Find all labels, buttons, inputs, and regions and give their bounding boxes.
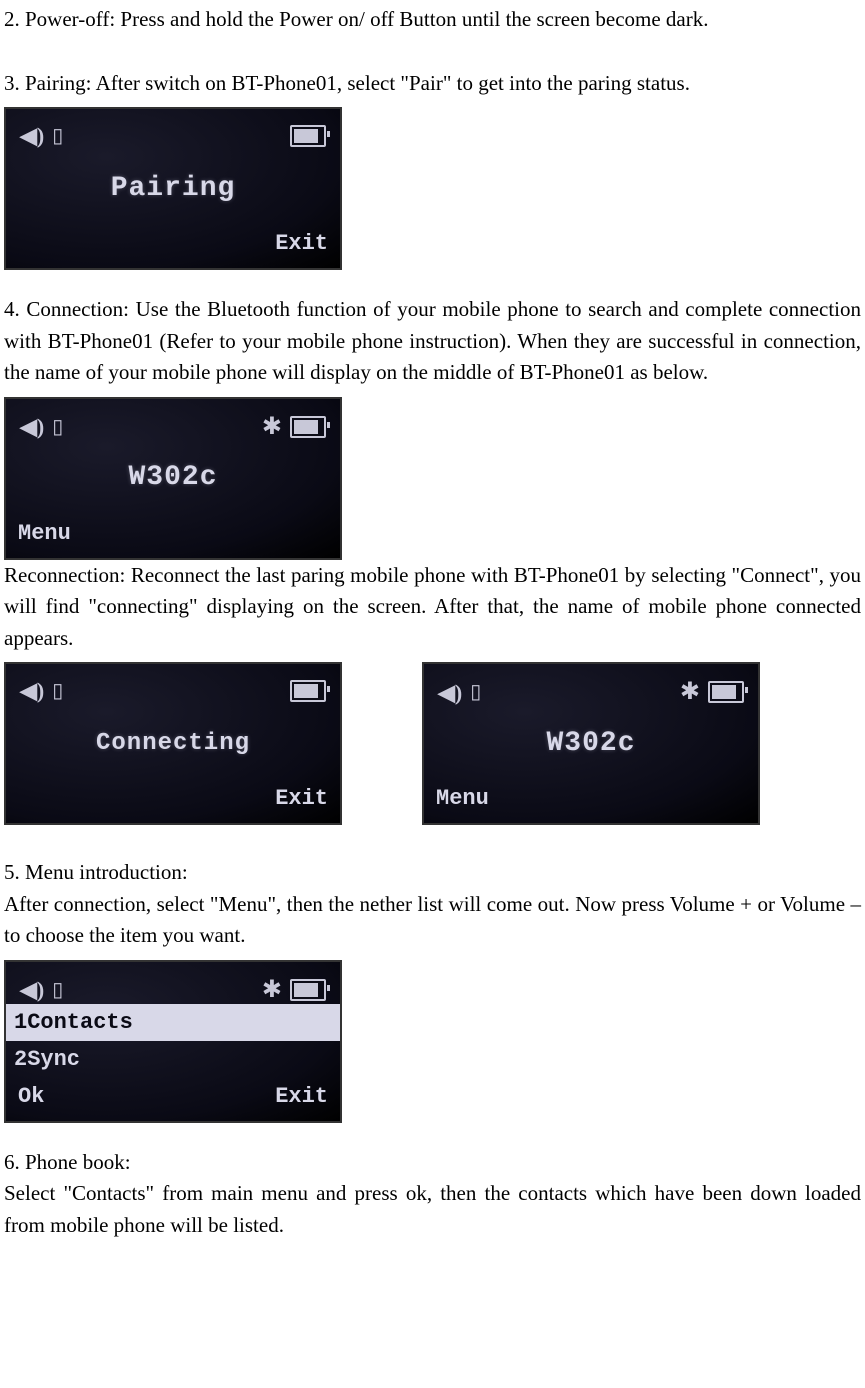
menu-list: 1Contacts 2Sync	[6, 1004, 340, 1078]
status-bar: ◀) ▯ ✱	[424, 674, 758, 710]
left-softkey: Menu	[436, 782, 489, 815]
battery-icon	[290, 125, 326, 147]
screen-center-text: W302c	[128, 457, 217, 499]
battery-icon	[290, 979, 326, 1001]
bluetooth-icon: ✱	[262, 972, 282, 1008]
paragraph-3: 3. Pairing: After switch on BT-Phone01, …	[4, 68, 861, 100]
battery-icon	[290, 416, 326, 438]
left-softkey: Ok	[18, 1080, 44, 1113]
status-bar: ◀) ▯ ✱	[6, 972, 340, 1008]
screen-center-text: Pairing	[111, 168, 236, 210]
device-screen-connected: ◀) ▯ ✱ W302c Menu	[4, 397, 342, 560]
battery-icon	[290, 680, 326, 702]
battery-icon	[708, 681, 744, 703]
phone-icon: ▯	[470, 677, 481, 707]
speaker-icon: ◀)	[20, 674, 44, 707]
phone-icon: ▯	[52, 412, 63, 442]
device-screen-pairing: ◀) ▯ Pairing Exit	[4, 107, 342, 270]
speaker-icon: ◀)	[438, 676, 462, 709]
device-screen-menu: ◀) ▯ ✱ 1Contacts 2Sync Ok Exit	[4, 960, 342, 1123]
right-softkey: Exit	[275, 227, 328, 260]
status-bar: ◀) ▯	[6, 119, 340, 152]
menu-item-contacts: 1Contacts	[6, 1004, 340, 1041]
phone-icon: ▯	[52, 676, 63, 706]
speaker-icon: ◀)	[20, 119, 44, 152]
speaker-icon: ◀)	[20, 973, 44, 1006]
speaker-icon: ◀)	[20, 410, 44, 443]
paragraph-5b: After connection, select "Menu", then th…	[4, 889, 861, 952]
screen-center-text: Connecting	[96, 726, 250, 762]
right-softkey: Exit	[275, 1080, 328, 1113]
phone-icon: ▯	[52, 975, 63, 1005]
left-softkey: Menu	[18, 517, 71, 550]
paragraph-4b: Reconnection: Reconnect the last paring …	[4, 560, 861, 655]
status-bar: ◀) ▯ ✱	[6, 409, 340, 445]
paragraph-5a: 5. Menu introduction:	[4, 857, 861, 889]
paragraph-2: 2. Power-off: Press and hold the Power o…	[4, 4, 861, 36]
phone-icon: ▯	[52, 121, 63, 151]
right-softkey: Exit	[275, 782, 328, 815]
screen-center-text: W302c	[546, 723, 635, 765]
bluetooth-icon: ✱	[262, 409, 282, 445]
menu-item-sync: 2Sync	[6, 1041, 340, 1078]
device-screen-connected-2: ◀) ▯ ✱ W302c Menu	[422, 662, 760, 825]
status-bar: ◀) ▯	[6, 674, 340, 707]
paragraph-6b: Select "Contacts" from main menu and pre…	[4, 1178, 861, 1241]
bluetooth-icon: ✱	[680, 674, 700, 710]
paragraph-6a: 6. Phone book:	[4, 1147, 861, 1179]
device-screen-connecting: ◀) ▯ Connecting Exit	[4, 662, 342, 825]
paragraph-4: 4. Connection: Use the Bluetooth functio…	[4, 294, 861, 389]
